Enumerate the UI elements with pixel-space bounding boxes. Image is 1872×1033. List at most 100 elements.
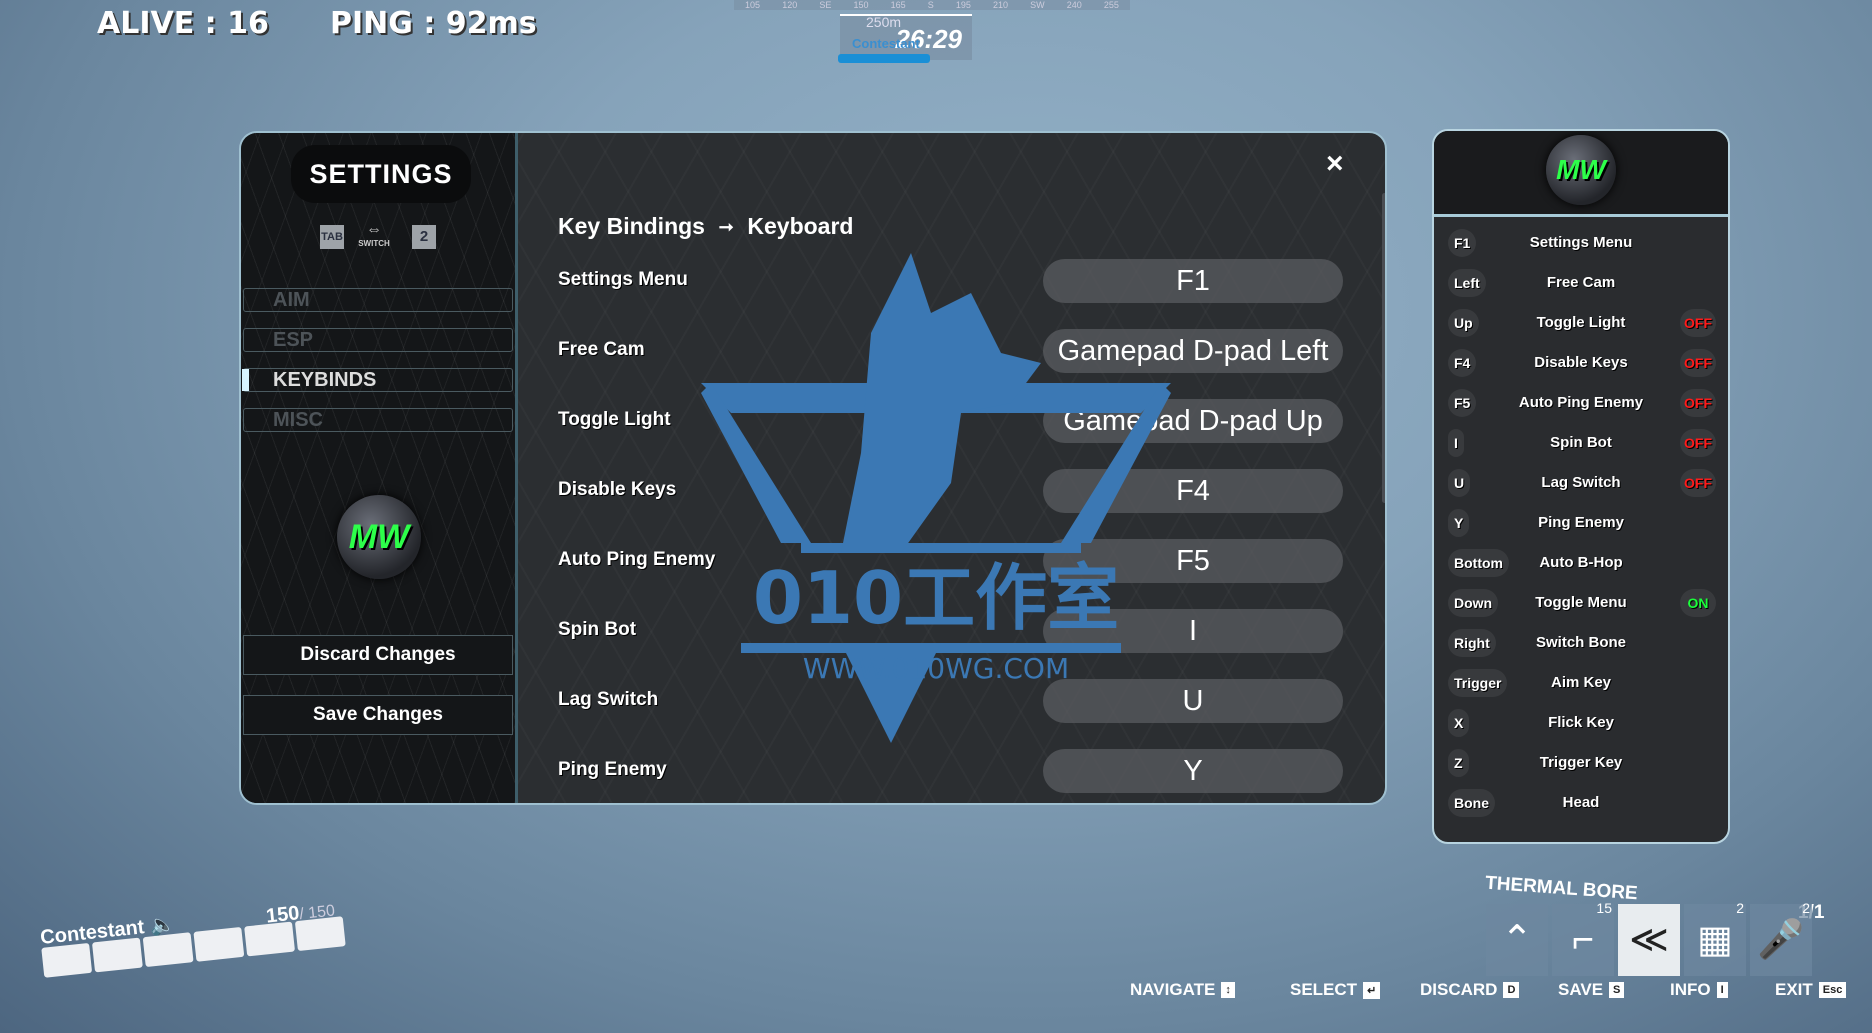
overlay-key: Z (1448, 749, 1469, 777)
compass-tick: 165 (890, 0, 906, 10)
thermal-bore-icon[interactable]: ≪ (1618, 904, 1680, 976)
discard-changes-button[interactable]: Discard Changes (243, 635, 513, 675)
binding-key-button[interactable]: F4 (1043, 469, 1343, 513)
overlay-name: Trigger Key (1539, 754, 1623, 771)
overlay-key: X (1448, 709, 1470, 737)
compass-tick: 255 (1103, 0, 1119, 10)
arrow-right-icon: ⭢ (718, 216, 734, 236)
grid-item-icon[interactable]: ▦ 2 (1684, 900, 1746, 976)
overlay-key: Y (1448, 509, 1470, 537)
overlay-row: Bone Head (1434, 785, 1728, 821)
pickaxe-icon[interactable]: ⌃ (1486, 904, 1548, 976)
binding-key-button[interactable]: F5 (1043, 539, 1343, 583)
binding-key-button[interactable]: Gamepad D-pad Left (1043, 329, 1343, 373)
binding-label: Settings Menu (558, 269, 688, 290)
overlay-name: Settings Menu (1529, 234, 1633, 251)
nav-aim[interactable]: AIM (243, 288, 513, 312)
compass-tick: S (927, 0, 934, 10)
scrollbar[interactable] (1382, 193, 1385, 503)
double-arrow-icon: ⇔ (366, 221, 382, 238)
player-tag: Contestant (852, 36, 920, 51)
overlay-key: Up (1448, 309, 1479, 337)
alive-counter: ALIVE : 16 (97, 6, 269, 41)
compass-tick: 150 (853, 0, 869, 10)
team-bar (838, 54, 930, 63)
overlay-row: Z Trigger Key (1434, 745, 1728, 781)
overlay-name: Auto B-Hop (1539, 554, 1623, 571)
overlay-row: Bottom Auto B-Hop (1434, 545, 1728, 581)
status-badge: ON (1680, 589, 1716, 617)
overlay-row: U Lag Switch OFF (1434, 465, 1728, 501)
slot-count: 15 (1596, 900, 1612, 916)
breadcrumb-key-bindings[interactable]: Key Bindings (558, 213, 705, 240)
footer-navigate-hint[interactable]: NAVIGATE ↕ (1130, 980, 1235, 1000)
breadcrumb-keyboard: Keyboard (747, 213, 854, 239)
overlay-row: F4 Disable Keys OFF (1434, 345, 1728, 381)
binding-label: Ping Enemy (558, 759, 667, 780)
footer-label: NAVIGATE (1130, 980, 1216, 999)
settings-panel: SETTINGS TAB ⇔ SWITCH 2 AIM ESP KEYBINDS… (239, 131, 1387, 805)
switch-indicator: ⇔ SWITCH (351, 221, 397, 248)
slot-count: 2 (1736, 900, 1744, 916)
overlay-name: Lag Switch (1541, 474, 1621, 491)
compass-tick: 195 (955, 0, 971, 10)
overlay-name: Head (1562, 794, 1600, 811)
compass-tick: SW (1030, 0, 1045, 10)
footer-label: INFO (1670, 980, 1711, 999)
rifle-icon[interactable]: ⌐ 15 (1552, 900, 1614, 976)
footer-select-hint[interactable]: SELECT ↵ (1290, 980, 1381, 1000)
binding-key-button[interactable]: Y (1043, 749, 1343, 793)
footer-key-icon: I (1716, 982, 1728, 998)
footer-key-icon: S (1609, 982, 1625, 998)
overlay-row: Down Toggle Menu ON (1434, 585, 1728, 621)
overlay-key: F1 (1448, 229, 1477, 257)
binding-label: Free Cam (558, 339, 645, 360)
footer-info-hint[interactable]: INFO I (1670, 980, 1728, 1000)
overlay-key: F5 (1448, 389, 1477, 417)
wolf-icon (841, 253, 1041, 553)
overlay-key: Left (1448, 269, 1486, 297)
binding-label: Spin Bot (558, 619, 637, 640)
status-badge: OFF (1680, 349, 1716, 377)
overlay-name: Spin Bot (1550, 434, 1612, 451)
ping-display: PING : 92ms (330, 6, 537, 41)
compass: 105 120 SE 150 165 S 195 210 SW 240 255 (734, 0, 1130, 10)
settings-title: SETTINGS (291, 145, 471, 203)
compass-tick: 105 (745, 0, 761, 10)
footer-discard-hint[interactable]: DISCARD D (1420, 980, 1520, 1000)
status-badge: OFF (1680, 429, 1716, 457)
nav-esp[interactable]: ESP (243, 328, 513, 352)
binding-key-button[interactable]: F1 (1043, 259, 1343, 303)
binding-key-button[interactable]: I (1043, 609, 1343, 653)
overlay-key: I (1448, 429, 1464, 457)
nav-misc[interactable]: MISC (243, 408, 513, 432)
overlay-header: MW (1434, 131, 1728, 217)
page-key: 2 (412, 225, 436, 249)
footer-label: SELECT (1290, 980, 1358, 999)
overlay-row: Up Toggle Light OFF (1434, 305, 1728, 341)
close-icon[interactable]: × (1326, 147, 1344, 181)
binding-key-button[interactable]: Gamepad D-pad Up (1043, 399, 1343, 443)
footer-label: DISCARD (1420, 980, 1498, 999)
binding-label: Toggle Light (558, 409, 671, 430)
settings-sidebar: SETTINGS TAB ⇔ SWITCH 2 AIM ESP KEYBINDS… (241, 133, 518, 803)
binding-key-button[interactable]: U (1043, 679, 1343, 723)
weapon-slots: ⌃ ⌐ 15 ≪ ▦ 2 🎤 2 (1486, 900, 1812, 976)
watermark-url: WWW.010WG.COM (803, 652, 1069, 685)
armor-segment (193, 926, 245, 962)
compass-tick: 240 (1066, 0, 1082, 10)
footer-exit-hint[interactable]: EXIT Esc (1775, 980, 1847, 1000)
nav-keybinds[interactable]: KEYBINDS (242, 368, 513, 392)
compass-tick: 120 (782, 0, 798, 10)
overlay-name: Flick Key (1548, 714, 1614, 731)
save-changes-button[interactable]: Save Changes (243, 695, 513, 735)
status-badge: OFF (1680, 309, 1716, 337)
overlay-key: Bone (1448, 789, 1495, 817)
mw-logo: MW (1546, 135, 1616, 205)
footer-save-hint[interactable]: SAVE S (1558, 980, 1625, 1000)
compass-tick: SE (819, 0, 832, 10)
footer-key-icon: D (1503, 982, 1520, 998)
binding-label: Lag Switch (558, 689, 659, 710)
logo-text: MW (348, 518, 410, 556)
microphone-icon[interactable]: 🎤 2 (1750, 900, 1812, 976)
